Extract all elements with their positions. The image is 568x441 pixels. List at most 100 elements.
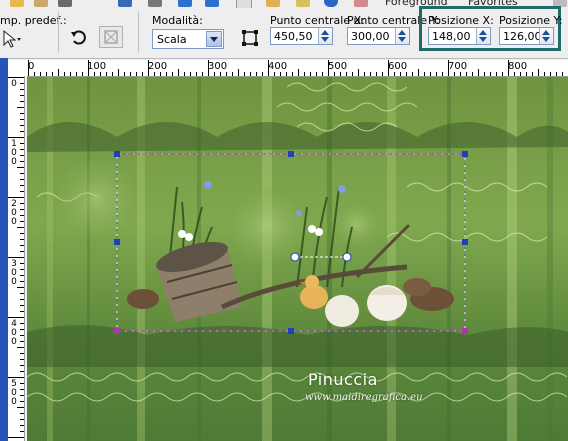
position-y-field[interactable]: 126,00 xyxy=(499,27,554,45)
print-icon[interactable] xyxy=(148,0,162,7)
image-canvas[interactable] xyxy=(27,77,568,441)
center-y-field[interactable]: 300,00 xyxy=(347,27,410,45)
ruler-tick xyxy=(532,72,533,76)
ruler-tick xyxy=(100,72,101,76)
position-x-spinner[interactable] xyxy=(476,28,490,44)
ruler-tick xyxy=(316,72,317,76)
ruler-tick xyxy=(17,167,24,168)
mode-select[interactable]: Scala xyxy=(152,29,224,49)
undo-icon[interactable] xyxy=(178,0,192,7)
ruler-tick xyxy=(20,275,24,276)
ruler-tick xyxy=(484,72,485,76)
ruler-top-label: 700 xyxy=(448,61,468,72)
ruler-tick xyxy=(20,119,24,120)
ruler-top-label: 300 xyxy=(208,61,228,72)
center-y-spinner[interactable] xyxy=(395,28,409,44)
ruler-tick xyxy=(232,72,233,76)
ruler-tick xyxy=(20,209,24,210)
ruler-tick xyxy=(20,431,24,432)
center-x-spinner[interactable] xyxy=(318,28,332,44)
center-button[interactable] xyxy=(238,27,262,49)
ruler-tick xyxy=(20,371,24,372)
watermark-name: Pinuccia xyxy=(308,370,378,389)
ruler-top-label: 400 xyxy=(268,61,288,72)
open-icon[interactable] xyxy=(34,0,48,7)
chevron-down-icon[interactable] xyxy=(206,31,222,47)
ruler-tick xyxy=(166,72,167,76)
redo-icon[interactable] xyxy=(205,0,219,7)
ruler-tick xyxy=(358,69,359,76)
ruler-tick xyxy=(412,72,413,76)
ruler-tick xyxy=(514,72,515,76)
ruler-top-label: 500 xyxy=(328,61,348,72)
ruler-tick xyxy=(20,341,24,342)
reset-icon xyxy=(71,30,86,45)
ruler-tick xyxy=(46,72,47,76)
ruler-top-label: 0 xyxy=(28,61,35,72)
ruler-tick xyxy=(454,72,455,76)
ruler-tick xyxy=(20,239,24,240)
apply-button[interactable] xyxy=(99,26,123,48)
ruler-tick xyxy=(376,72,377,76)
info-icon[interactable] xyxy=(324,0,338,7)
paste-icon[interactable] xyxy=(266,0,280,7)
crop-apply-icon xyxy=(104,30,118,44)
ruler-tick xyxy=(538,69,539,76)
position-x-value: 148,00 xyxy=(432,30,471,43)
ruler-tick xyxy=(20,395,24,396)
eraser-icon[interactable] xyxy=(354,0,368,7)
ruler-tick xyxy=(196,72,197,76)
ruler-tick xyxy=(304,72,305,76)
pointer-icon xyxy=(3,29,21,48)
ruler-top-label: 600 xyxy=(388,61,408,72)
ruler-tick xyxy=(262,72,263,76)
ruler-tick xyxy=(556,72,557,76)
position-y-value: 126,00 xyxy=(503,30,542,43)
ruler-tick xyxy=(76,72,77,76)
ruler-tick xyxy=(20,425,24,426)
reset-button[interactable] xyxy=(68,26,92,48)
paste-layer-icon[interactable] xyxy=(296,0,310,7)
folder-icon[interactable] xyxy=(10,0,24,7)
ruler-tick xyxy=(17,347,24,348)
ruler-left-label: 500 xyxy=(11,379,17,407)
ruler-tick xyxy=(214,72,215,76)
ruler-tick xyxy=(20,125,24,126)
ruler-tick xyxy=(418,69,419,76)
scanner-icon[interactable] xyxy=(58,0,72,7)
preset-picker-button[interactable] xyxy=(0,28,24,50)
ruler-tick xyxy=(20,191,24,192)
ruler-tick xyxy=(8,257,24,258)
ruler-tick xyxy=(370,72,371,76)
ruler-tick xyxy=(364,72,365,76)
preset-label: mp. predef.: xyxy=(0,14,67,27)
ruler-tick xyxy=(352,72,353,76)
ruler-tick xyxy=(142,72,143,76)
position-y-spinner[interactable] xyxy=(539,28,553,44)
copy-icon[interactable] xyxy=(236,0,252,8)
ruler-tick xyxy=(94,72,95,76)
ruler-tick xyxy=(136,72,137,76)
save-icon[interactable] xyxy=(118,0,132,7)
ruler-tick xyxy=(8,77,24,78)
ruler-tick xyxy=(20,323,24,324)
ruler-tick xyxy=(436,72,437,76)
ruler-tick xyxy=(112,72,113,76)
ruler-tick xyxy=(184,72,185,76)
tool-options-bar: Foreground Favorites mp. predef.: Modali… xyxy=(0,0,568,59)
ruler-tick xyxy=(424,72,425,76)
position-x-field[interactable]: 148,00 xyxy=(428,27,491,45)
ruler-left: 0 100 200 300 400 500 xyxy=(8,76,25,441)
ruler-tick xyxy=(20,299,24,300)
ruler-tick xyxy=(118,69,119,76)
ruler-tick xyxy=(8,137,24,138)
ruler-tick xyxy=(20,251,24,252)
ruler-tick xyxy=(20,233,24,234)
ruler-corner xyxy=(8,60,27,76)
ruler-tick xyxy=(20,365,24,366)
center-x-field[interactable]: 450,50 xyxy=(270,27,333,45)
ruler-tick xyxy=(20,221,24,222)
ruler-tick xyxy=(340,72,341,76)
ruler-tick xyxy=(20,305,24,306)
ruler-tick xyxy=(17,407,24,408)
